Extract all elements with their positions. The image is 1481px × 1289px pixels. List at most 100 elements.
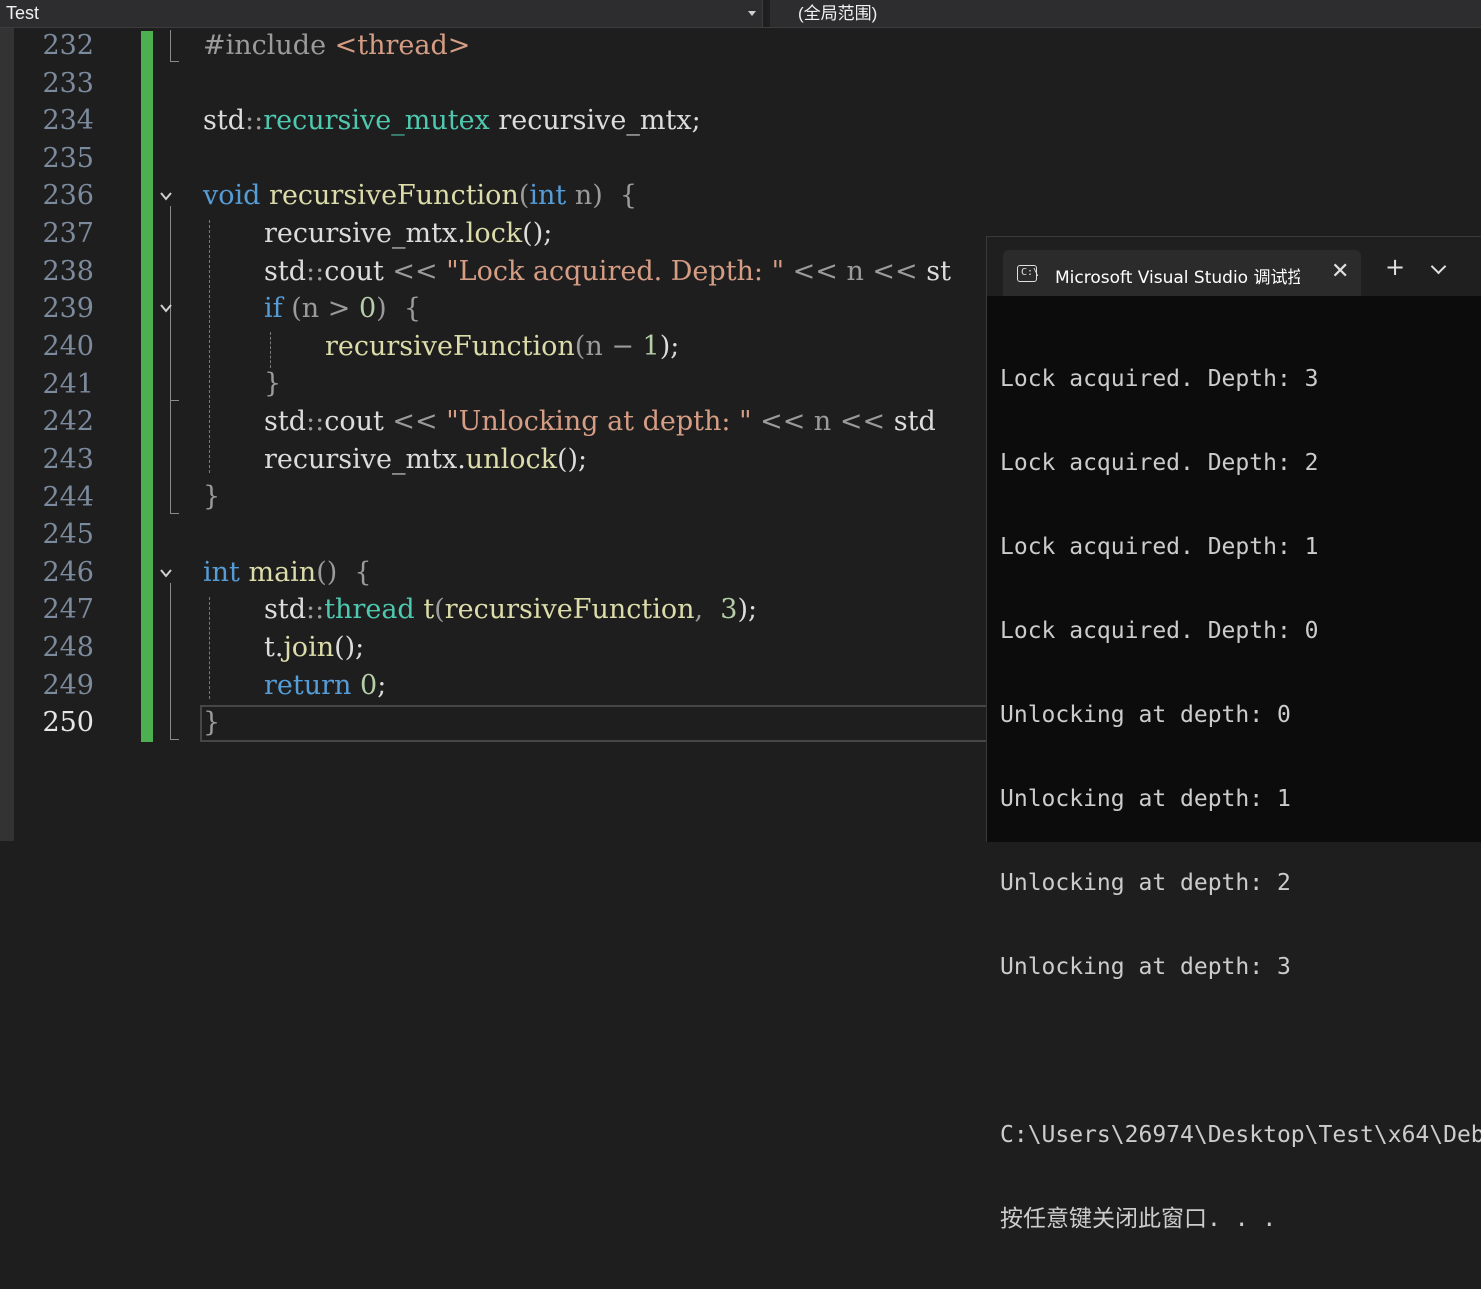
code-token: } (203, 707, 221, 738)
code-token: ( (518, 180, 530, 211)
code-token: cout (324, 406, 393, 437)
code-token: :: (245, 105, 264, 136)
code-token: ) { (592, 180, 638, 211)
line-number: 242 (42, 406, 94, 437)
code-line-232[interactable]: #include <thread> (203, 27, 470, 64)
code-token: recursive_mtx; (489, 105, 701, 136)
line-number: 232 (42, 30, 94, 61)
code-token: st (926, 256, 951, 287)
code-token: :: (306, 256, 325, 287)
code-line-239[interactable]: if (n > 0) { (264, 290, 421, 327)
code-token: n (846, 256, 864, 287)
line-number: 235 (42, 143, 94, 174)
code-token: join (283, 632, 335, 663)
line-number: 233 (42, 68, 94, 99)
code-line-241[interactable]: } (264, 365, 281, 402)
code-token: << (751, 406, 814, 437)
code-token: 0 (358, 293, 377, 324)
code-token: std (203, 105, 245, 136)
indent-guide (209, 220, 210, 473)
line-number: 239 (42, 293, 94, 324)
code-token: (n (574, 331, 612, 362)
fold-end (170, 61, 179, 62)
new-tab-button[interactable]: + (1385, 255, 1405, 279)
line-number: 249 (42, 670, 94, 701)
code-line-242[interactable]: std::cout << "Unlocking at depth: " << n… (264, 403, 936, 440)
console-title-bar[interactable]: C:\ Microsoft Visual Studio 调试控制台 ✕ + (987, 237, 1481, 296)
console-tab[interactable]: C:\ Microsoft Visual Studio 调试控制台 ✕ (1003, 250, 1361, 296)
code-token: recursiveFunction (444, 594, 695, 625)
line-number: 234 (42, 105, 94, 136)
code-line-250[interactable]: } (203, 704, 220, 741)
code-token: "Lock acquired. Depth: " (446, 256, 785, 287)
debug-console-window[interactable]: C:\ Microsoft Visual Studio 调试控制台 ✕ + Lo… (986, 236, 1481, 1232)
console-output-line: Lock acquired. Depth: 3 (1000, 366, 1319, 392)
chevron-down-icon[interactable] (1430, 258, 1447, 275)
console-output-line: Unlocking at depth: 3 (1000, 954, 1291, 980)
code-token: << (392, 406, 447, 437)
code-token: t. (264, 632, 284, 663)
code-token: recursive_mtx. (264, 444, 466, 475)
code-token: unlock (465, 444, 557, 475)
fold-end (170, 400, 179, 401)
code-token: lock (465, 218, 523, 249)
code-token: ); (659, 331, 680, 362)
collapse-chevron-icon[interactable] (159, 566, 173, 580)
navigation-bar: Test (全局范围) (0, 0, 1481, 28)
code-token: ); (737, 594, 758, 625)
code-token: , (694, 594, 721, 625)
line-number: 237 (42, 218, 94, 249)
code-token: thread (324, 594, 415, 625)
chevron-down-icon[interactable] (748, 11, 756, 16)
code-token: } (264, 368, 282, 399)
code-line-249[interactable]: return 0; (264, 667, 386, 704)
line-number: 238 (42, 256, 94, 287)
code-line-244[interactable]: } (203, 478, 220, 515)
collapse-chevron-icon[interactable] (159, 189, 173, 203)
code-token: } (203, 481, 221, 512)
line-number: 243 (42, 444, 94, 475)
scope-dropdown-label: (全局范围) (798, 4, 878, 23)
line-number: 246 (42, 557, 94, 588)
code-token: main (248, 557, 317, 588)
change-tracking-bar (141, 31, 153, 742)
code-token: << (784, 256, 847, 287)
glyph-margin[interactable] (0, 28, 14, 841)
code-line-247[interactable]: std::thread t(recursiveFunction, 3); (264, 591, 757, 628)
code-token: ) { (376, 293, 422, 324)
fold-end (170, 739, 179, 740)
code-token: std (264, 256, 306, 287)
fold-end (170, 513, 179, 514)
line-number: 241 (42, 369, 94, 400)
console-output[interactable]: Lock acquired. Depth: 3 Lock acquired. D… (1000, 309, 1481, 1289)
code-token: << (392, 256, 447, 287)
code-line-234[interactable]: std::recursive_mutex recursive_mtx; (203, 102, 701, 139)
code-token: (); (556, 444, 588, 475)
code-line-240[interactable]: recursiveFunction(n − 1); (325, 328, 679, 365)
line-number: 247 (42, 594, 94, 625)
code-token: () { (316, 557, 372, 588)
code-token: recursive_mutex (263, 105, 490, 136)
collapse-chevron-icon[interactable] (159, 301, 173, 315)
code-token: "Unlocking at depth: " (446, 406, 752, 437)
code-line-236[interactable]: void recursiveFunction(int n) { (203, 177, 637, 214)
project-dropdown-label: Test (6, 3, 40, 23)
scope-dropdown[interactable]: (全局范围) (770, 0, 1481, 27)
project-dropdown[interactable]: Test (0, 0, 763, 27)
code-line-243[interactable]: recursive_mtx.unlock(); (264, 441, 587, 478)
code-token: int (529, 180, 567, 211)
code-token: t (423, 594, 435, 625)
close-icon[interactable]: ✕ (1331, 259, 1349, 284)
code-token: ; (377, 670, 387, 701)
fold-guide (170, 30, 171, 62)
code-line-238[interactable]: std::cout << "Lock acquired. Depth: " <<… (264, 253, 951, 290)
code-line-248[interactable]: t.join(); (264, 629, 364, 666)
code-token: void (203, 180, 261, 211)
line-number: 244 (42, 482, 94, 513)
code-line-237[interactable]: recursive_mtx.lock(); (264, 215, 552, 252)
console-output-line: Lock acquired. Depth: 2 (1000, 450, 1319, 476)
code-line-246[interactable]: int main() { (203, 554, 372, 591)
code-token: std (264, 406, 306, 437)
